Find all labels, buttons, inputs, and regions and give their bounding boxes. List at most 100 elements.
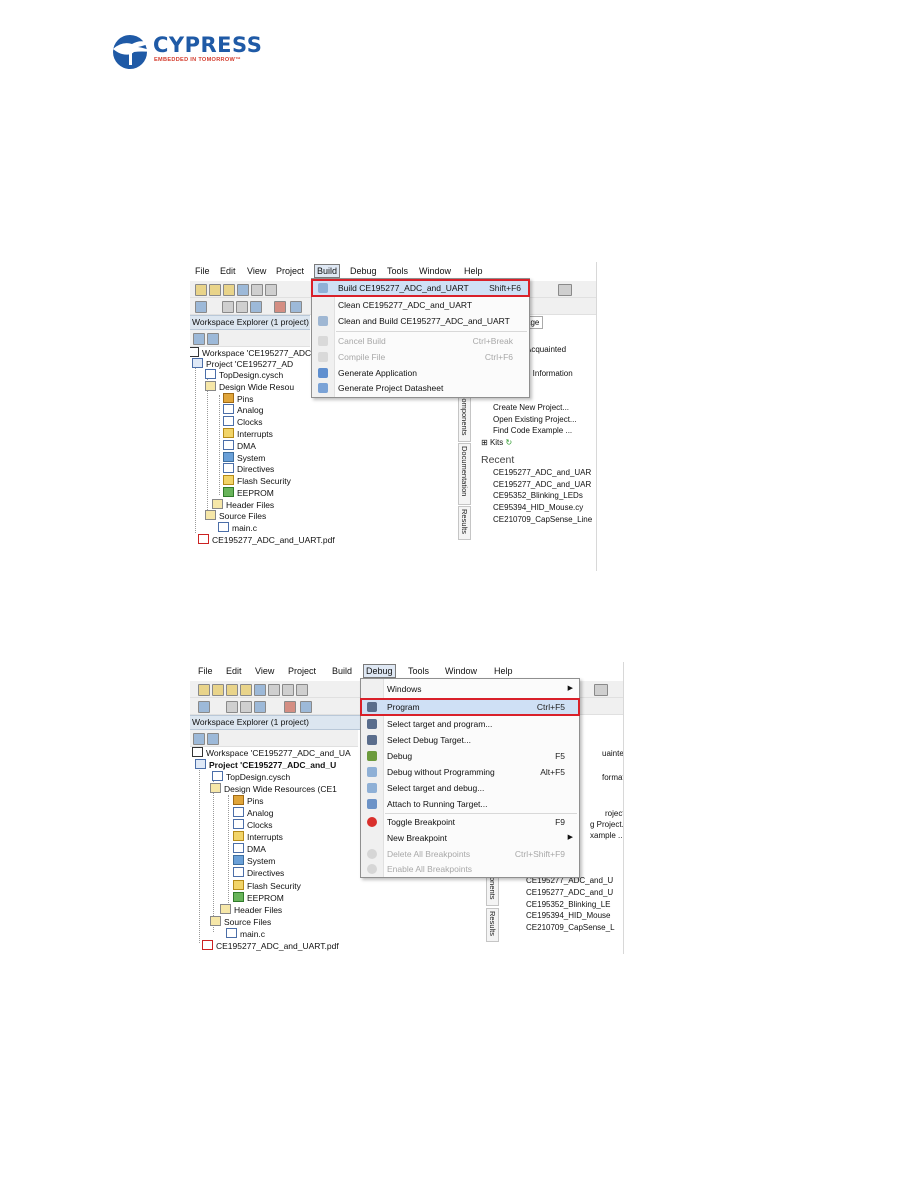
menu-file[interactable]: File [195, 266, 210, 276]
recent-item[interactable]: CE210709_CapSense_Line [481, 514, 592, 526]
dropdown-icon[interactable] [558, 284, 572, 296]
menu-project[interactable]: Project [276, 266, 304, 276]
dropdown-icon[interactable] [594, 684, 608, 696]
menu-item-windows[interactable]: Windows ▶ [361, 681, 579, 697]
save-icon[interactable] [254, 684, 266, 696]
menu-item-new-breakpoint[interactable]: New Breakpoint ▶ [361, 830, 579, 846]
menu-build[interactable]: Build [332, 666, 352, 676]
tree-item-topdesign[interactable]: TopDesign.cysch [205, 369, 283, 381]
save-icon[interactable] [237, 284, 249, 296]
menu-project[interactable]: Project [288, 666, 316, 676]
tree-item-topdesign[interactable]: TopDesign.cysch [212, 771, 290, 783]
cut-icon[interactable] [222, 301, 234, 313]
tree-item-directives[interactable]: Directives [223, 463, 274, 475]
menu-item-select-target-debug[interactable]: Select target and debug... [361, 780, 579, 796]
paste-icon[interactable] [250, 301, 262, 313]
menu-tools[interactable]: Tools [387, 266, 408, 276]
recent-item[interactable]: CE195277_ADC_and_UAR [481, 479, 592, 491]
explorer-view-icon[interactable] [193, 733, 205, 745]
side-tab-components[interactable]: onents [486, 874, 499, 906]
tree-item-main-c[interactable]: main.c [218, 522, 257, 534]
program-toolbar-icon[interactable] [284, 701, 296, 713]
menu-item-clean[interactable]: Clean CE195277_ADC_and_UART [312, 297, 529, 313]
tree-item-clocks[interactable]: Clocks [223, 416, 263, 428]
tree-item-system[interactable]: System [233, 855, 275, 867]
menu-window[interactable]: Window [445, 666, 477, 676]
side-tab-documentation[interactable]: Documentation [458, 443, 471, 505]
recent-item[interactable]: CE195394_HID_Mouse [526, 910, 615, 922]
menu-window[interactable]: Window [419, 266, 451, 276]
link-find-example[interactable]: Find Code Example ... [481, 425, 592, 437]
menu-debug[interactable]: Debug [363, 664, 396, 678]
menu-file[interactable]: File [198, 666, 213, 676]
menu-item-compile-file[interactable]: Compile File Ctrl+F6 [312, 349, 529, 365]
tree-item-source-files[interactable]: Source Files [205, 510, 266, 522]
new-project-icon[interactable] [195, 284, 207, 296]
open-icon[interactable] [223, 284, 235, 296]
menu-debug[interactable]: Debug [350, 266, 377, 276]
menu-item-clean-and-build[interactable]: Clean and Build CE195277_ADC_and_UART [312, 313, 529, 329]
menu-item-delete-all-breakpoints[interactable]: Delete All Breakpoints Ctrl+Shift+F9 [361, 846, 579, 862]
tree-item-design-wide-resources[interactable]: Design Wide Resources (CE1 [210, 783, 337, 795]
tree-item-clocks[interactable]: Clocks [233, 819, 273, 831]
print-preview-icon[interactable] [296, 684, 308, 696]
menu-tools[interactable]: Tools [408, 666, 429, 676]
new-project-icon[interactable] [198, 684, 210, 696]
toolbar-icon[interactable] [195, 301, 207, 313]
paste-icon[interactable] [254, 701, 266, 713]
tree-item-directives[interactable]: Directives [233, 867, 284, 879]
toolbar-icon[interactable] [198, 701, 210, 713]
refresh-icon[interactable]: ↻ [506, 438, 513, 447]
recent-item[interactable]: CE195352_Blinking_LE [526, 899, 615, 911]
copy-icon[interactable] [236, 301, 248, 313]
open-icon[interactable] [240, 684, 252, 696]
debug-toolbar-icon[interactable] [290, 301, 302, 313]
recent-item[interactable]: CE195277_ADC_and_UAR [481, 467, 592, 479]
tree-item-flash-security[interactable]: Flash Security [223, 475, 291, 487]
link-open-project[interactable]: Open Existing Project... [481, 414, 592, 426]
explorer-files-icon[interactable] [207, 733, 219, 745]
add-item-icon[interactable] [212, 684, 224, 696]
start-page-fragment[interactable]: xample ... [590, 830, 623, 842]
tree-item-pdf[interactable]: CE195277_ADC_and_UART.pdf [198, 534, 335, 546]
tree-item-dma[interactable]: DMA [223, 440, 256, 452]
menu-view[interactable]: View [247, 266, 266, 276]
menu-build[interactable]: Build [314, 264, 341, 278]
tree-item-flash-security[interactable]: Flash Security [233, 880, 301, 892]
recent-item[interactable]: CE95352_Blinking_LEDs [481, 490, 592, 502]
print-icon[interactable] [265, 284, 277, 296]
tree-item-analog[interactable]: Analog [233, 807, 273, 819]
side-tab-results[interactable]: Results [458, 506, 471, 540]
tree-item-interrupts[interactable]: Interrupts [233, 831, 283, 843]
add-file-icon[interactable] [226, 684, 238, 696]
recent-item[interactable]: CE210709_CapSense_L [526, 922, 615, 934]
menu-edit[interactable]: Edit [220, 266, 236, 276]
tree-item-dma[interactable]: DMA [233, 843, 266, 855]
add-item-icon[interactable] [209, 284, 221, 296]
menu-item-debug-without-programming[interactable]: Debug without Programming Alt+F5 [361, 764, 579, 780]
tree-item-eeprom[interactable]: EEPROM [233, 892, 284, 904]
link-kits[interactable]: ⊞ Kits ↻ [481, 437, 592, 449]
tree-item-pins[interactable]: Pins [233, 795, 264, 807]
recent-item[interactable]: CE195277_ADC_and_U [526, 887, 615, 899]
tree-item-analog[interactable]: Analog [223, 404, 263, 416]
save-all-icon[interactable] [268, 684, 280, 696]
copy-icon[interactable] [240, 701, 252, 713]
print-icon[interactable] [282, 684, 294, 696]
tree-item-source-files[interactable]: Source Files [210, 916, 271, 928]
menu-item-generate-datasheet[interactable]: Generate Project Datasheet [312, 380, 529, 396]
menu-item-debug[interactable]: Debug F5 [361, 748, 579, 764]
tree-item-pdf[interactable]: CE195277_ADC_and_UART.pdf [202, 940, 339, 952]
menu-help[interactable]: Help [464, 266, 483, 276]
side-tab-results[interactable]: Results [486, 908, 499, 942]
menu-edit[interactable]: Edit [226, 666, 242, 676]
menu-item-attach[interactable]: Attach to Running Target... [361, 796, 579, 812]
tree-item-main-c[interactable]: main.c [226, 928, 265, 940]
tree-item-header-files[interactable]: Header Files [220, 904, 282, 916]
menu-help[interactable]: Help [494, 666, 513, 676]
menu-item-select-target-program[interactable]: Select target and program... [361, 716, 579, 732]
recent-item[interactable]: CE95394_HID_Mouse.cy [481, 502, 592, 514]
menu-item-toggle-breakpoint[interactable]: Toggle Breakpoint F9 [361, 814, 579, 830]
menu-item-cancel-build[interactable]: Cancel Build Ctrl+Break [312, 333, 529, 349]
menu-view[interactable]: View [255, 666, 274, 676]
